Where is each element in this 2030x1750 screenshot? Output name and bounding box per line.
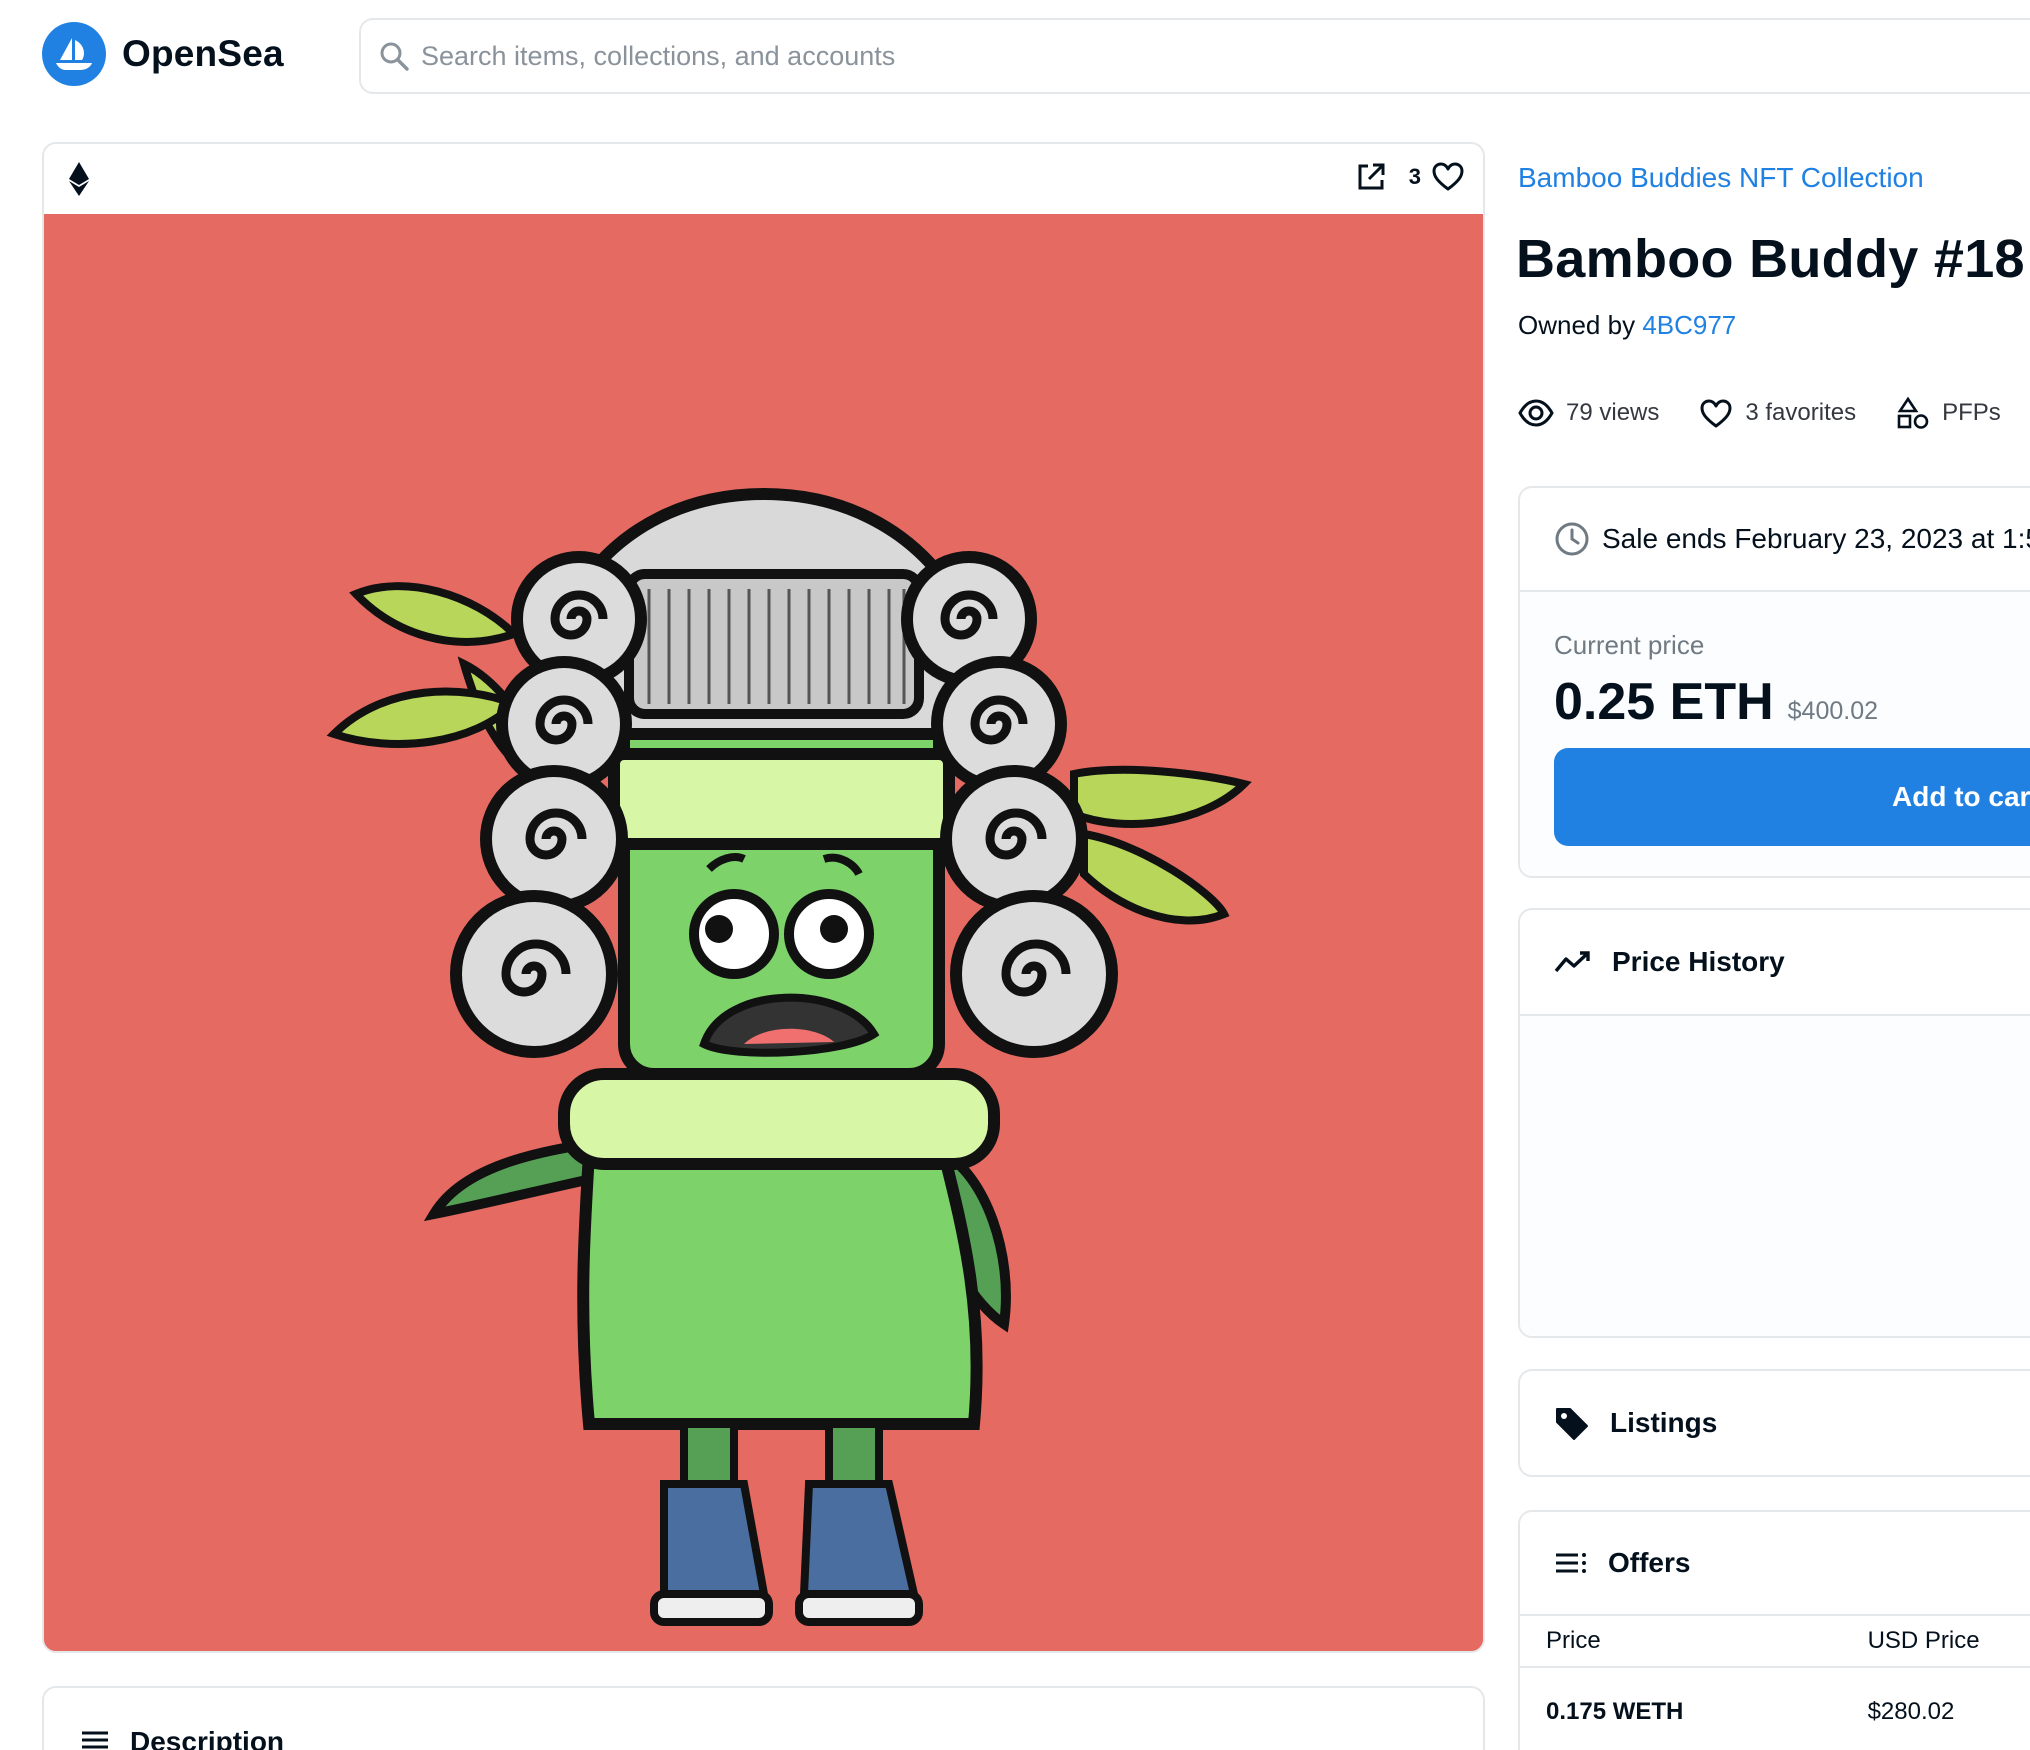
- description-panel[interactable]: Description: [42, 1686, 1485, 1750]
- sale-end-text: Sale ends February 23, 2023 at 1:59: [1602, 523, 2030, 554]
- favorites-count: 3 favorites: [1745, 399, 1857, 426]
- collection-link[interactable]: Bamboo Buddies NFT Collection: [1518, 162, 1924, 194]
- search-input[interactable]: [421, 40, 1921, 72]
- offers-panel: Offers Price USD Price 0.175 WETH $280.0…: [1518, 1510, 2030, 1750]
- list-icon: [1556, 1553, 1586, 1573]
- shapes-icon: [1897, 396, 1929, 429]
- ethereum-icon: [69, 162, 89, 196]
- offers-header[interactable]: Offers: [1520, 1512, 2030, 1616]
- price-history-title: Price History: [1612, 946, 1785, 977]
- owned-by-label: Owned by: [1518, 310, 1636, 340]
- category-label: PFPs: [1942, 399, 2001, 426]
- owner-line: Owned by 4BC977: [1518, 310, 1736, 341]
- price-history-header[interactable]: Price History: [1520, 910, 2030, 1014]
- description-title: Description: [130, 1726, 285, 1750]
- offers-table: Price USD Price 0.175 WETH $280.02: [1520, 1616, 2030, 1750]
- favorite-count: 3: [1408, 164, 1421, 189]
- bamboo-buddy-illustration: [44, 214, 1483, 1651]
- opensea-logo-icon: [42, 22, 106, 86]
- media-toolbar: 3: [44, 144, 1483, 214]
- eye-icon: [1518, 399, 1554, 427]
- price-usd: $400.02: [1787, 697, 1879, 725]
- listings-panel[interactable]: Listings: [1518, 1369, 2030, 1477]
- price-eth: 0.25 ETH: [1554, 673, 1774, 731]
- current-price-label: Current price: [1554, 630, 1705, 660]
- search-icon: [380, 42, 409, 71]
- sale-panel: Sale ends February 23, 2023 at 1:59 Curr…: [1518, 486, 2030, 878]
- heart-icon: [1700, 399, 1732, 428]
- description-lines-icon: [82, 1731, 108, 1749]
- nft-artwork-image[interactable]: [44, 214, 1483, 1651]
- search-bar[interactable]: [359, 18, 2030, 94]
- tag-icon: [1556, 1408, 1588, 1440]
- opensea-logo[interactable]: OpenSea: [42, 22, 284, 86]
- category-stat[interactable]: PFPs: [1896, 396, 2001, 430]
- price-row: 0.25 ETH $400.02: [1554, 672, 1878, 732]
- open-external-icon[interactable]: [1355, 161, 1387, 193]
- offer-price: 0.175 WETH: [1546, 1698, 1684, 1725]
- owner-link[interactable]: 4BC977: [1642, 310, 1736, 340]
- listings-header[interactable]: Listings: [1520, 1371, 2030, 1475]
- listings-title: Listings: [1610, 1407, 1718, 1438]
- brand-name: OpenSea: [122, 33, 284, 74]
- views-count: 79 views: [1566, 399, 1660, 426]
- price-history-panel: Price History: [1518, 908, 2030, 1338]
- add-to-cart-button[interactable]: Add to car: [1554, 748, 2030, 846]
- sale-end-row: Sale ends February 23, 2023 at 1:59: [1520, 488, 2030, 592]
- price-history-chart-area: [1520, 1014, 2030, 1336]
- views-stat: 79 views: [1518, 398, 1659, 428]
- column-header-usd-price: USD Price: [1867, 1627, 1980, 1654]
- favorite-heart-icon[interactable]: [1431, 160, 1465, 194]
- offers-title: Offers: [1608, 1547, 1691, 1578]
- offer-usd-price: $280.02: [1867, 1698, 1955, 1725]
- item-title: Bamboo Buddy #18: [1516, 229, 2025, 289]
- offers-table-header: Price USD Price: [1520, 1616, 2030, 1668]
- item-stats: 79 views 3 favorites PFPs: [1518, 396, 2030, 430]
- trend-line-icon: [1554, 951, 1590, 973]
- column-header-price: Price: [1546, 1627, 1601, 1654]
- table-row[interactable]: 0.175 WETH $280.02: [1520, 1668, 2030, 1750]
- item-media-card: 3: [42, 142, 1485, 1653]
- top-header: OpenSea: [0, 0, 2030, 112]
- clock-icon: [1555, 522, 1589, 556]
- favorites-stat[interactable]: 3 favorites: [1699, 397, 1856, 429]
